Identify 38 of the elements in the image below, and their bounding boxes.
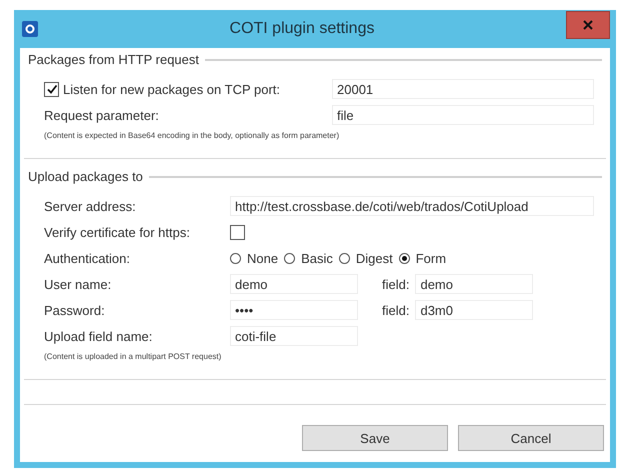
option-label: Form — [416, 250, 446, 266]
dialog-button[interactable]: Save — [302, 425, 448, 451]
radio-button[interactable] — [338, 252, 350, 264]
app-icon — [22, 21, 38, 37]
group-title: Upload packages to — [27, 169, 144, 184]
checkbox[interactable] — [44, 82, 59, 96]
checkbox[interactable] — [230, 224, 245, 240]
option-label: Digest — [356, 250, 393, 266]
hint-text: (Content is uploaded in a multipart POST request) — [44, 352, 222, 361]
field-label: field: — [382, 302, 410, 318]
field-label: Password: — [44, 302, 106, 318]
window-title: COTI plugin settings — [228, 20, 376, 38]
field-label: Server address: — [44, 198, 137, 214]
option-label: Basic — [301, 250, 333, 266]
hint-text: (Content is expected in Base64 encoding in the body, optionally as form parameter) — [44, 131, 340, 140]
radio-button[interactable] — [284, 252, 296, 264]
password-field[interactable]: •••• — [230, 300, 358, 320]
port-field[interactable]: 20001 — [332, 79, 594, 99]
form-field-name[interactable]: demo — [415, 274, 534, 294]
dialog-button[interactable]: Cancel — [458, 425, 604, 451]
close-button[interactable] — [566, 11, 610, 39]
field-label: Request parameter: — [44, 108, 160, 122]
close-icon — [583, 20, 593, 30]
username-field[interactable]: demo — [230, 274, 358, 294]
upload-field[interactable]: coti-file — [230, 326, 358, 346]
radio-button[interactable] — [398, 252, 410, 264]
option-label: None — [247, 250, 278, 266]
group-title: Packages from HTTP request — [27, 52, 200, 67]
field-label: Upload field name: — [44, 328, 154, 344]
field-label: Authentication: — [44, 250, 132, 266]
field-label: User name: — [44, 276, 112, 292]
field-label: Listen for new packages on TCP port: — [63, 82, 280, 96]
parameter-field[interactable]: file — [332, 105, 594, 125]
address-field[interactable]: http://test.crossbase.de/coti/web/trados/CotiUpload — [230, 196, 594, 216]
field-label: field: — [382, 276, 410, 292]
field-label: Verify certificate for https: — [44, 224, 191, 240]
form-field-name[interactable]: d3m0 — [415, 300, 534, 320]
radio-button[interactable] — [230, 252, 241, 264]
